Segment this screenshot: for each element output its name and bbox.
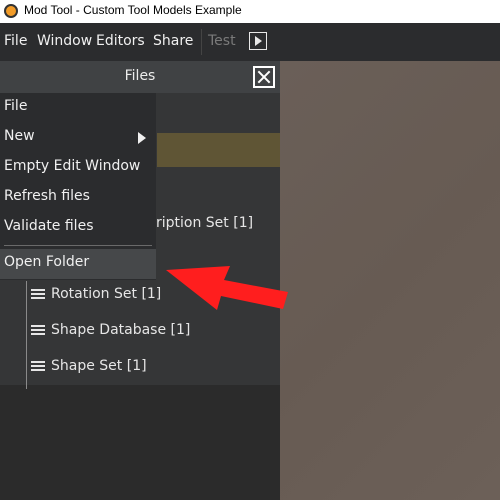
annotation-arrow (166, 266, 288, 310)
arrow-icon (166, 266, 288, 310)
